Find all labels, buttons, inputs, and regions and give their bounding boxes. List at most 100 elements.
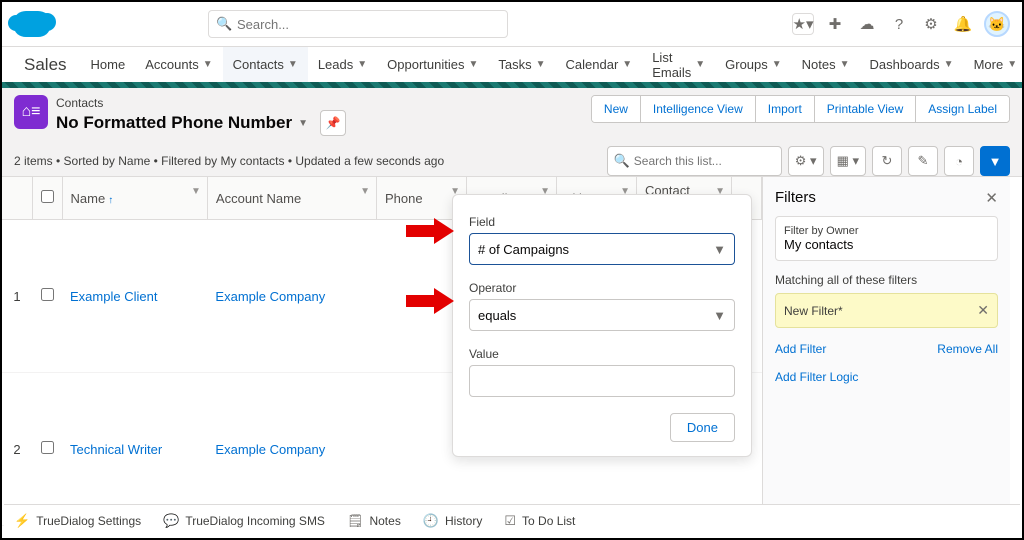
row-checkbox[interactable]	[32, 220, 62, 373]
list-view-header-area: ⌂≡ Contacts No Formatted Phone Number ▼ …	[2, 85, 1022, 176]
chevron-down-icon: ▼	[713, 308, 726, 323]
user-avatar[interactable]: 🐱	[984, 11, 1010, 37]
import-button[interactable]: Import	[755, 96, 814, 122]
list-view-name[interactable]: No Formatted Phone Number	[56, 113, 292, 133]
util-todo[interactable]: ☑To Do List	[504, 513, 575, 529]
filter-editor-popover: Field # of Campaigns ▼ Operator equals ▼…	[452, 194, 752, 457]
header-actions: ★▾ ✚ ☁ ? ⚙ 🔔 🐱	[792, 11, 1010, 37]
chevron-down-icon: ▼	[288, 59, 298, 70]
close-icon[interactable]: ✕	[985, 189, 998, 207]
chart-icon[interactable]: ◔	[944, 146, 974, 176]
row-number: 1	[2, 220, 32, 373]
col-account-name[interactable]: Account Name▼	[207, 177, 376, 220]
add-filter-logic-link[interactable]: Add Filter Logic	[775, 370, 858, 384]
display-as-table-icon[interactable]: ▦ ▾	[830, 146, 866, 176]
row-checkbox[interactable]	[32, 373, 62, 526]
chevron-down-icon[interactable]: ▼	[191, 186, 201, 197]
list-controls: 🔍 ⚙ ▾ ▦ ▾ ↻ ✎ ◔ ▼	[607, 146, 1010, 176]
filter-icon[interactable]: ▼	[980, 146, 1010, 176]
new-filter-label: New Filter*	[784, 304, 843, 318]
new-button[interactable]: New	[592, 96, 640, 122]
col-name[interactable]: Name↑▼	[62, 177, 207, 220]
done-button[interactable]: Done	[670, 413, 735, 442]
setup-gear-icon[interactable]: ⚙	[920, 13, 942, 35]
field-label: Field	[469, 215, 735, 229]
contact-name-link[interactable]: Example Client	[70, 289, 157, 304]
nav-tasks[interactable]: Tasks▼	[488, 46, 555, 84]
nav-opportunities[interactable]: Opportunities▼	[377, 46, 488, 84]
remove-filter-icon[interactable]: ✕	[977, 302, 989, 319]
nav-calendar[interactable]: Calendar▼	[556, 46, 643, 84]
util-notes[interactable]: 🗒Notes	[347, 513, 401, 529]
owner-value: My contacts	[784, 237, 989, 252]
salesforce-logo-icon	[14, 11, 50, 37]
contact-name-link[interactable]: Technical Writer	[70, 442, 162, 457]
pin-list-button[interactable]: 📌	[320, 110, 346, 136]
nav-groups[interactable]: Groups▼	[715, 46, 792, 84]
nav-notes[interactable]: Notes▼	[792, 46, 860, 84]
util-history[interactable]: 🕘History	[423, 513, 483, 529]
account-name-link[interactable]: Example Company	[215, 442, 325, 457]
value-input[interactable]	[469, 365, 735, 397]
contacts-object-icon: ⌂≡	[14, 95, 48, 129]
utility-bar: ⚡TrueDialog Settings 💬TrueDialog Incomin…	[4, 504, 1020, 536]
filters-panel: Filters ✕ Filter by Owner My contacts Ma…	[762, 177, 1010, 526]
trailhead-icon[interactable]: ☁	[856, 13, 878, 35]
help-icon[interactable]: ?	[888, 13, 910, 35]
util-truedialog-sms[interactable]: 💬TrueDialog Incoming SMS	[163, 513, 325, 529]
operator-select-value: equals	[478, 308, 516, 323]
assign-label-button[interactable]: Assign Label	[915, 96, 1009, 122]
refresh-icon[interactable]: ↻	[872, 146, 902, 176]
chevron-down-icon: ▼	[695, 59, 705, 70]
callout-arrow-operator	[406, 290, 456, 312]
add-icon[interactable]: ✚	[824, 13, 846, 35]
new-filter-chip[interactable]: New Filter* ✕	[775, 293, 998, 328]
col-select-all[interactable]	[32, 177, 62, 220]
app-name: Sales	[24, 55, 67, 75]
note-icon: 🗒	[347, 513, 364, 529]
search-icon: 🔍	[614, 153, 630, 169]
nav-home[interactable]: Home	[81, 46, 136, 84]
chevron-down-icon[interactable]: ▼	[360, 186, 370, 197]
global-search-input[interactable]	[208, 10, 508, 38]
row-number: 2	[2, 373, 32, 526]
nav-list-emails[interactable]: List Emails▼	[642, 46, 715, 84]
printable-view-button[interactable]: Printable View	[814, 96, 916, 122]
list-search-input[interactable]	[607, 146, 782, 176]
app-nav-bar: Sales Home Accounts▼ Contacts▼ Leads▼ Op…	[2, 47, 1022, 85]
owner-label: Filter by Owner	[784, 225, 989, 237]
list-subinfo: 2 items • Sorted by Name • Filtered by M…	[14, 154, 444, 168]
util-truedialog-settings[interactable]: ⚡TrueDialog Settings	[14, 513, 141, 529]
value-label: Value	[469, 347, 735, 361]
global-search: 🔍	[208, 10, 508, 38]
chevron-down-icon: ▼	[840, 59, 850, 70]
nav-more[interactable]: More▼	[964, 46, 1024, 84]
chevron-down-icon: ▼	[536, 59, 546, 70]
remove-all-link[interactable]: Remove All	[937, 342, 998, 356]
field-select-value: # of Campaigns	[478, 242, 569, 257]
list-settings-gear-icon[interactable]: ⚙ ▾	[788, 146, 824, 176]
nav-contacts[interactable]: Contacts▼	[223, 47, 308, 85]
field-select[interactable]: # of Campaigns ▼	[469, 233, 735, 265]
operator-select[interactable]: equals ▼	[469, 299, 735, 331]
intelligence-view-button[interactable]: Intelligence View	[640, 96, 755, 122]
add-filter-link[interactable]: Add Filter	[775, 342, 826, 356]
operator-label: Operator	[469, 281, 735, 295]
chevron-down-icon: ▼	[713, 242, 726, 257]
nav-dashboards[interactable]: Dashboards▼	[860, 46, 964, 84]
inline-edit-icon[interactable]: ✎	[908, 146, 938, 176]
list-view-switcher-icon[interactable]: ▼	[298, 118, 308, 129]
filter-by-owner-card[interactable]: Filter by Owner My contacts	[775, 216, 998, 261]
nav-leads[interactable]: Leads▼	[308, 46, 377, 84]
callout-arrow-field	[406, 220, 456, 242]
notifications-bell-icon[interactable]: 🔔	[952, 13, 974, 35]
filters-title: Filters	[775, 189, 998, 206]
nav-accounts[interactable]: Accounts▼	[135, 46, 222, 84]
favorites-icon[interactable]: ★▾	[792, 13, 814, 35]
list-header-actions: New Intelligence View Import Printable V…	[591, 95, 1010, 123]
account-name-link[interactable]: Example Company	[215, 289, 325, 304]
chevron-down-icon: ▼	[622, 59, 632, 70]
match-all-label: Matching all of these filters	[775, 273, 998, 287]
lightning-icon: ⚡	[14, 513, 30, 529]
global-header: 🔍 ★▾ ✚ ☁ ? ⚙ 🔔 🐱	[2, 2, 1022, 47]
